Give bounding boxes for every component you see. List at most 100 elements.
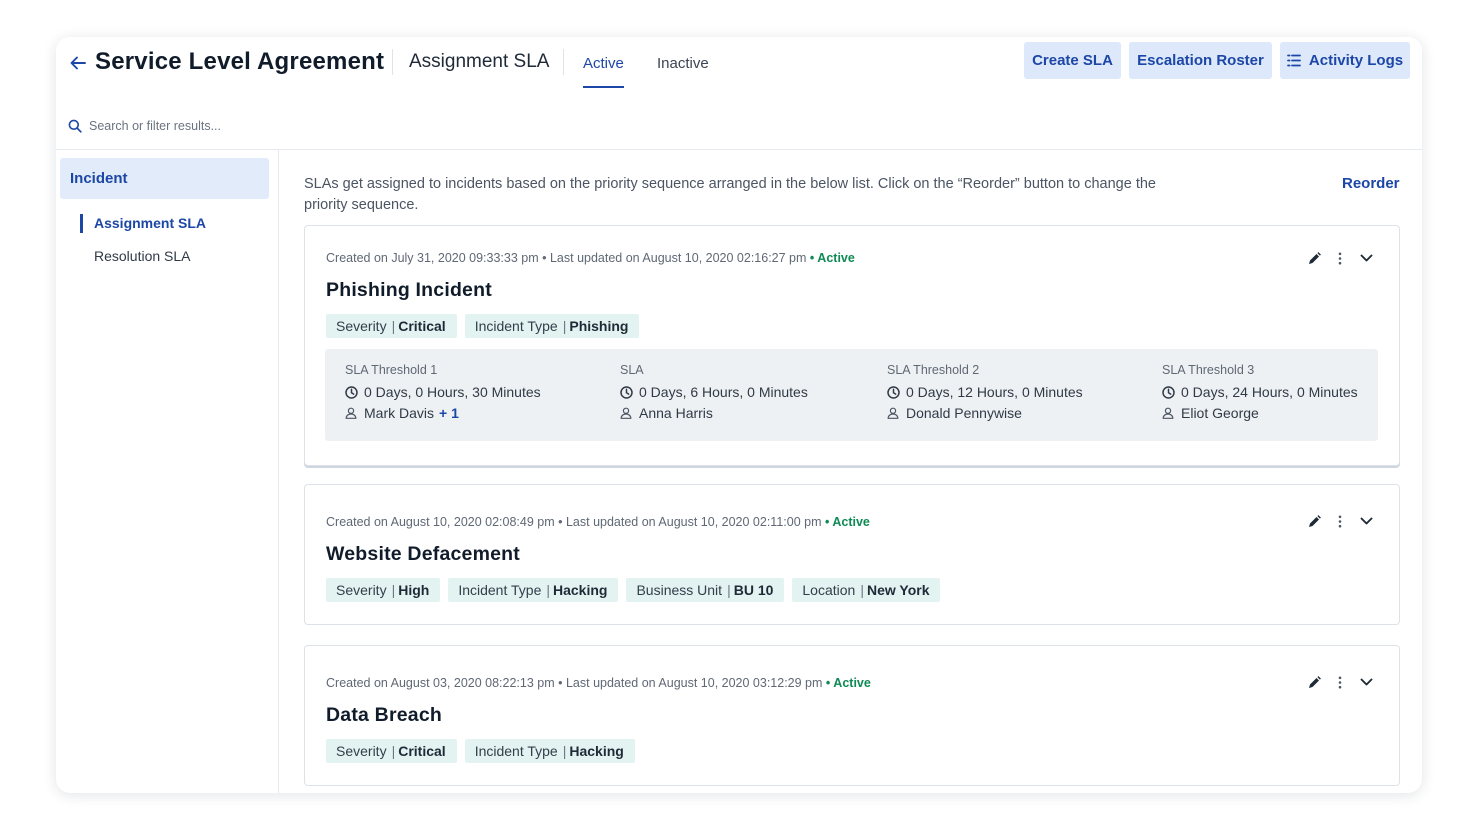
tag-value: Hacking: [553, 582, 608, 598]
threshold-label: SLA Threshold 2: [887, 363, 980, 377]
tag-key: Business Unit: [636, 582, 723, 598]
threshold-time: 0 Days, 24 Hours, 0 Minutes: [1162, 384, 1358, 400]
threshold-time-value: 0 Days, 0 Hours, 30 Minutes: [364, 384, 541, 400]
card-actions: [1301, 511, 1379, 531]
more-vertical-icon[interactable]: [1327, 248, 1353, 268]
create-sla-button[interactable]: Create SLA: [1024, 42, 1121, 79]
sla-window: Service Level Agreement Assignment SLA A…: [56, 37, 1422, 793]
activity-logs-button[interactable]: Activity Logs: [1280, 42, 1410, 79]
threshold-time-value: 0 Days, 6 Hours, 0 Minutes: [639, 384, 808, 400]
sla-card[interactable]: Created on July 31, 2020 09:33:33 pm • L…: [304, 225, 1400, 466]
sidebar-item-resolution-sla[interactable]: Resolution SLA: [80, 248, 191, 264]
clock-icon: [345, 385, 359, 399]
more-vertical-icon[interactable]: [1327, 511, 1353, 531]
search-icon: [68, 118, 84, 134]
threshold-user: Eliot George: [1162, 405, 1358, 421]
tag-key: Incident Type: [474, 743, 558, 759]
list-icon: [1287, 54, 1301, 67]
tag-business-unit: Business Unit | BU 10: [626, 578, 785, 602]
escalation-roster-label: Escalation Roster: [1137, 52, 1264, 69]
threshold-user-name: Anna Harris: [639, 405, 713, 421]
sla-card[interactable]: Created on August 10, 2020 02:08:49 pm •…: [304, 484, 1400, 625]
card-meta: Created on August 03, 2020 08:22:13 pm •…: [326, 676, 871, 690]
tag-incident-type: Incident Type | Phishing: [464, 314, 640, 338]
card-meta: Created on August 10, 2020 02:08:49 pm •…: [326, 515, 870, 529]
sla-card[interactable]: Created on August 03, 2020 08:22:13 pm •…: [304, 645, 1400, 786]
tag-value: High: [398, 582, 430, 598]
header: Service Level Agreement Assignment SLA A…: [56, 37, 1422, 97]
reorder-button[interactable]: Reorder: [1342, 175, 1400, 192]
clock-icon: [887, 385, 901, 399]
tag-key: Location: [802, 582, 856, 598]
tag-severity: Severity | Critical: [326, 739, 457, 763]
clock-icon: [620, 385, 634, 399]
status-badge: • Active: [809, 251, 855, 265]
user-icon: [1162, 406, 1176, 420]
create-sla-label: Create SLA: [1032, 52, 1113, 69]
card-meta-dates: Created on July 31, 2020 09:33:33 pm • L…: [326, 251, 807, 265]
chevron-down-icon[interactable]: [1353, 511, 1379, 531]
tag-incident-type: Incident Type | Hacking: [448, 578, 619, 602]
pencil-icon[interactable]: [1301, 511, 1327, 531]
card-tags: Severity | High Incident Type | Hacking Busi…: [326, 578, 948, 602]
chevron-down-icon[interactable]: [1353, 248, 1379, 268]
threshold-time: 0 Days, 6 Hours, 0 Minutes: [620, 384, 808, 400]
threshold-user-name: Mark Davis: [364, 405, 435, 421]
tag-location: Location | New York: [792, 578, 941, 602]
threshold-panel: SLA Threshold 1 0 Days, 0 Hours, 30 Minu…: [325, 349, 1378, 441]
tag-key: Severity: [336, 582, 387, 598]
sidebar-item-assignment-sla[interactable]: Assignment SLA: [80, 214, 206, 233]
tag-incident-type: Incident Type | Hacking: [464, 739, 635, 763]
threshold-1: SLA Threshold 1 0 Days, 0 Hours, 30 Minu…: [345, 363, 541, 421]
threshold-label: SLA: [620, 363, 644, 377]
activity-logs-label: Activity Logs: [1308, 52, 1404, 69]
tag-value: Critical: [398, 743, 446, 759]
search-placeholder: Search or filter results...: [89, 119, 221, 133]
tag-value: New York: [866, 582, 930, 598]
threshold-time-value: 0 Days, 12 Hours, 0 Minutes: [906, 384, 1083, 400]
sidebar-category-incident[interactable]: Incident: [60, 158, 269, 199]
tag-value: Phishing: [569, 318, 629, 334]
pencil-icon[interactable]: [1301, 672, 1327, 692]
search-input[interactable]: Search or filter results...: [68, 115, 468, 137]
threshold-time: 0 Days, 0 Hours, 30 Minutes: [345, 384, 541, 400]
threshold-user: Anna Harris: [620, 405, 808, 421]
page-title: Service Level Agreement: [95, 48, 385, 75]
threshold-2: SLA Threshold 2 0 Days, 12 Hours, 0 Minu…: [887, 363, 1083, 421]
more-vertical-icon[interactable]: [1327, 672, 1353, 692]
tab-active[interactable]: Active: [583, 55, 624, 88]
card-actions: [1301, 248, 1379, 268]
tab-inactive[interactable]: Inactive: [657, 55, 709, 88]
card-meta-dates: Created on August 10, 2020 02:08:49 pm •…: [326, 515, 822, 529]
threshold-time: 0 Days, 12 Hours, 0 Minutes: [887, 384, 1083, 400]
user-icon: [887, 406, 901, 420]
threshold-sla: SLA 0 Days, 6 Hours, 0 Minutes Anna Harr…: [620, 363, 808, 421]
card-actions: [1301, 672, 1379, 692]
tag-value: Hacking: [569, 743, 624, 759]
back-arrow-icon[interactable]: [68, 53, 88, 73]
header-divider: [563, 49, 564, 75]
tag-severity: Severity | High: [326, 578, 441, 602]
threshold-user-name: Donald Pennywise: [906, 405, 1022, 421]
sidebar: Incident Assignment SLA Resolution SLA: [56, 150, 279, 793]
card-title: Website Defacement: [326, 543, 520, 565]
user-icon: [345, 406, 359, 420]
threshold-time-value: 0 Days, 24 Hours, 0 Minutes: [1181, 384, 1358, 400]
user-icon: [620, 406, 634, 420]
card-title: Data Breach: [326, 704, 443, 726]
sub-title: Assignment SLA: [409, 51, 550, 72]
more-users-link[interactable]: + 1: [439, 405, 459, 421]
card-tags: Severity | Critical Incident Type | Hacking: [326, 739, 643, 763]
threshold-user-name: Eliot George: [1181, 405, 1259, 421]
tag-key: Severity: [336, 743, 387, 759]
threshold-user: Donald Pennywise: [887, 405, 1083, 421]
threshold-3: SLA Threshold 3 0 Days, 24 Hours, 0 Minu…: [1162, 363, 1358, 421]
card-meta-dates: Created on August 03, 2020 08:22:13 pm •…: [326, 676, 823, 690]
tag-value: BU 10: [733, 582, 774, 598]
threshold-label: SLA Threshold 1: [345, 363, 438, 377]
escalation-roster-button[interactable]: Escalation Roster: [1129, 42, 1272, 79]
header-divider: [392, 49, 393, 75]
chevron-down-icon[interactable]: [1353, 672, 1379, 692]
pencil-icon[interactable]: [1301, 248, 1327, 268]
tag-key: Incident Type: [458, 582, 542, 598]
